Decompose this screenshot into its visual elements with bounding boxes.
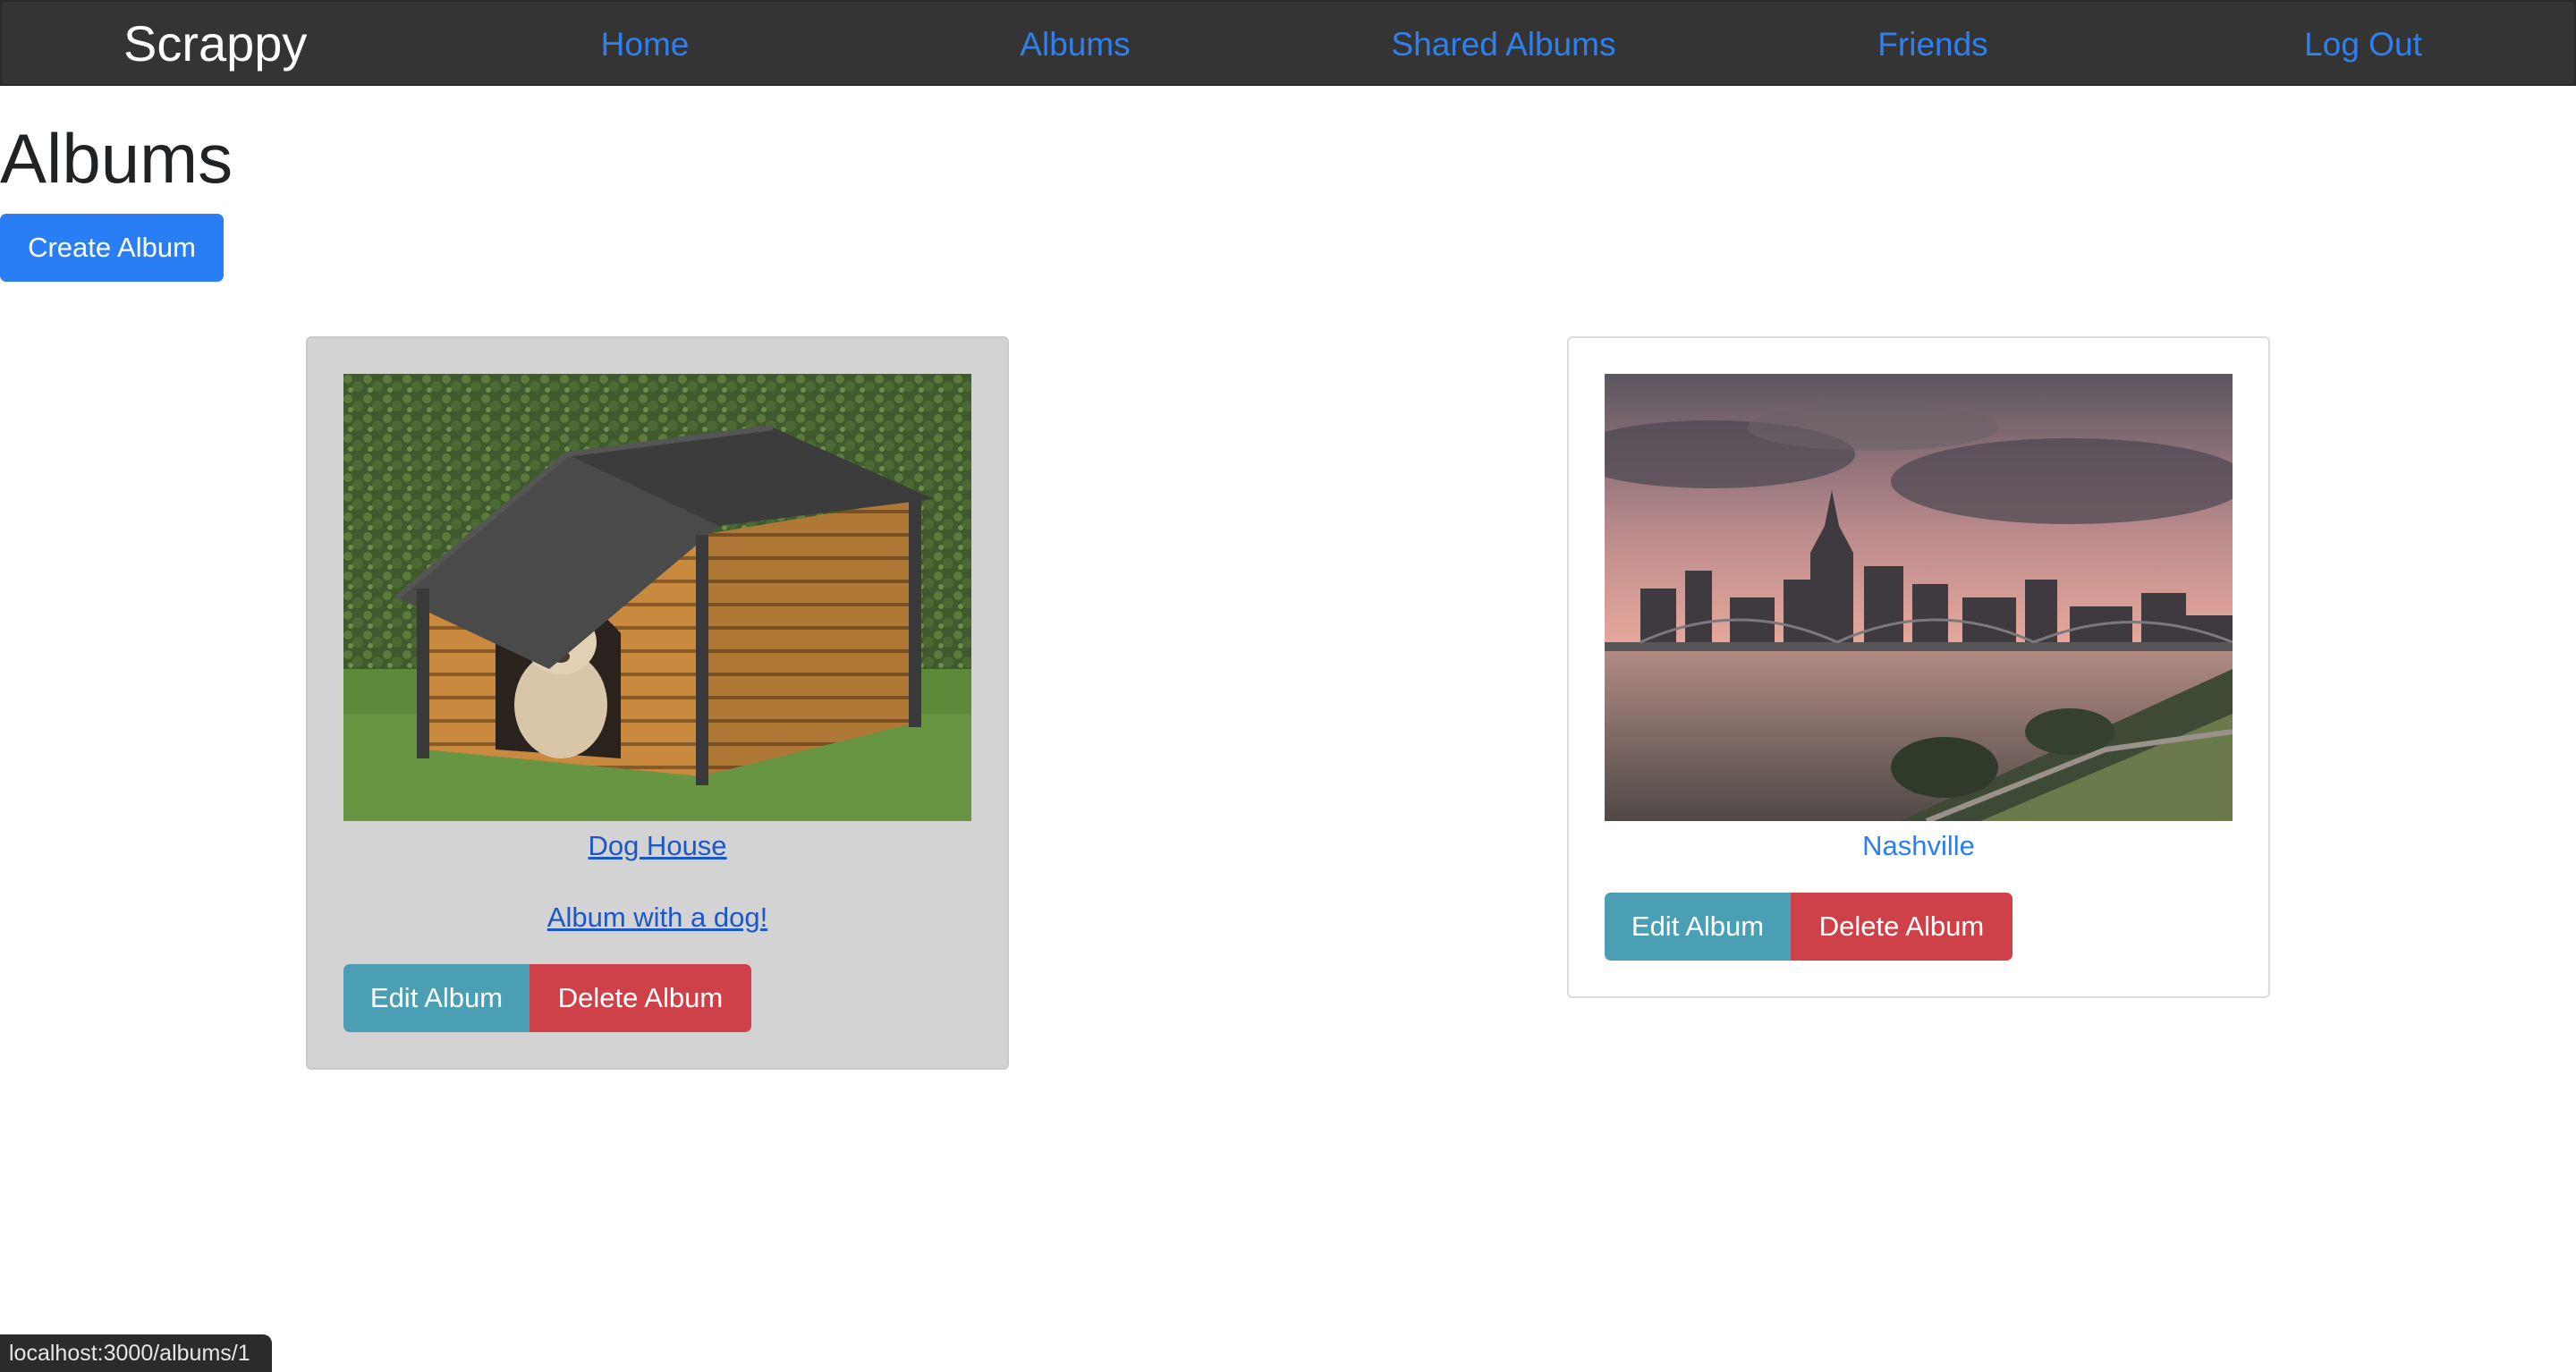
album-name-link[interactable]: Nashville xyxy=(1605,826,2233,866)
album-actions: Edit Album Delete Album xyxy=(1605,893,2012,961)
nashville-skyline-photo xyxy=(1605,374,2233,821)
album-cover-image[interactable] xyxy=(343,374,971,821)
album-actions: Edit Album Delete Album xyxy=(343,964,751,1032)
edit-album-button[interactable]: Edit Album xyxy=(343,964,530,1032)
delete-album-button[interactable]: Delete Album xyxy=(1791,893,2012,961)
album-card-dog-house: Dog House Album with a dog! Edit Album D… xyxy=(306,336,1009,1070)
album-description-link[interactable]: Album with a dog! xyxy=(343,898,971,937)
link-preview-status-bar: localhost:3000/albums/1 xyxy=(0,1334,272,1372)
nav-link-log-out[interactable]: Log Out xyxy=(2304,21,2422,68)
album-card-nashville: Nashville Edit Album Delete Album xyxy=(1567,336,2270,998)
delete-album-button[interactable]: Delete Album xyxy=(530,964,751,1032)
brand-logo[interactable]: Scrappy xyxy=(123,14,307,73)
nav-link-friends[interactable]: Friends xyxy=(1877,21,1987,68)
nav-link-albums[interactable]: Albums xyxy=(1020,21,1130,68)
edit-album-button[interactable]: Edit Album xyxy=(1605,893,1791,961)
navbar: Scrappy Home Albums Shared Albums Friend… xyxy=(0,0,2576,86)
album-cover-image[interactable] xyxy=(1605,374,2233,821)
dog-house-photo xyxy=(343,374,971,821)
album-name-link[interactable]: Dog House xyxy=(343,826,971,866)
create-album-button[interactable]: Create Album xyxy=(0,214,224,282)
nav-link-shared-albums[interactable]: Shared Albums xyxy=(1392,21,1616,68)
page-title: Albums xyxy=(0,119,233,198)
nav-link-home[interactable]: Home xyxy=(601,21,690,68)
